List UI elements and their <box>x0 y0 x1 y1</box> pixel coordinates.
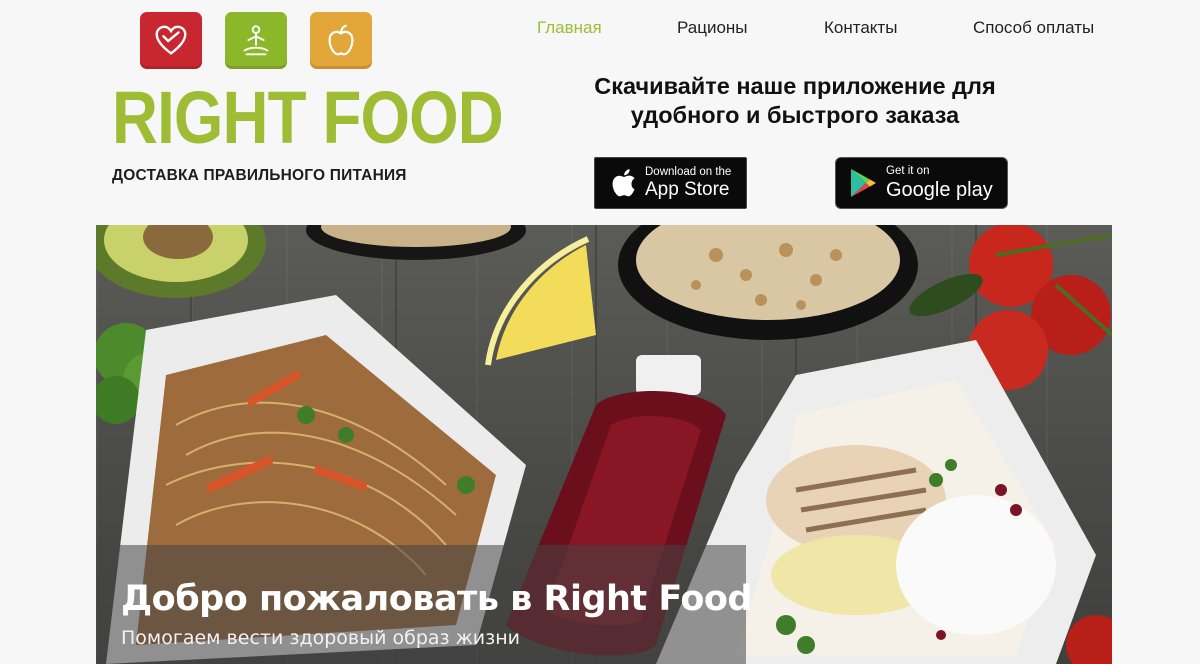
logo-title[interactable]: RIGHT FOOD <box>112 78 504 158</box>
hero-title: Добро пожаловать в Right Food <box>121 579 752 619</box>
main-nav: Главная Рационы Контакты Способ оплаты <box>0 18 1200 40</box>
nav-item-home[interactable]: Главная <box>537 18 602 38</box>
nav-item-diets[interactable]: Рационы <box>677 18 748 38</box>
tagline: ДОСТАВКА ПРАВИЛЬНОГО ПИТАНИЯ <box>112 167 407 184</box>
hero-subtitle: Помогаем вести здоровый образ жизни <box>121 627 521 649</box>
promo-line-1: Скачивайте наше приложение для <box>594 73 996 99</box>
google-play-button[interactable]: Get it on Google play <box>835 157 1008 209</box>
google-play-icon <box>851 169 876 197</box>
apple-logo-icon <box>612 169 635 197</box>
promo-line-2: удобного и быстрого заказа <box>630 102 960 128</box>
google-play-label: Google play <box>886 178 993 201</box>
hero-banner: Добро пожаловать в Right Food Помогаем в… <box>96 225 1112 664</box>
app-store-label: App Store <box>645 179 730 201</box>
app-store-small-label: Download on the <box>645 165 732 178</box>
app-store-button[interactable]: Download on the App Store <box>594 157 747 209</box>
google-play-small-label: Get it on <box>886 165 930 178</box>
app-promo: Скачивайте наше приложение для удобного … <box>560 72 1030 130</box>
nav-item-contacts[interactable]: Контакты <box>824 18 897 38</box>
nav-item-payment[interactable]: Способ оплаты <box>973 18 1094 38</box>
